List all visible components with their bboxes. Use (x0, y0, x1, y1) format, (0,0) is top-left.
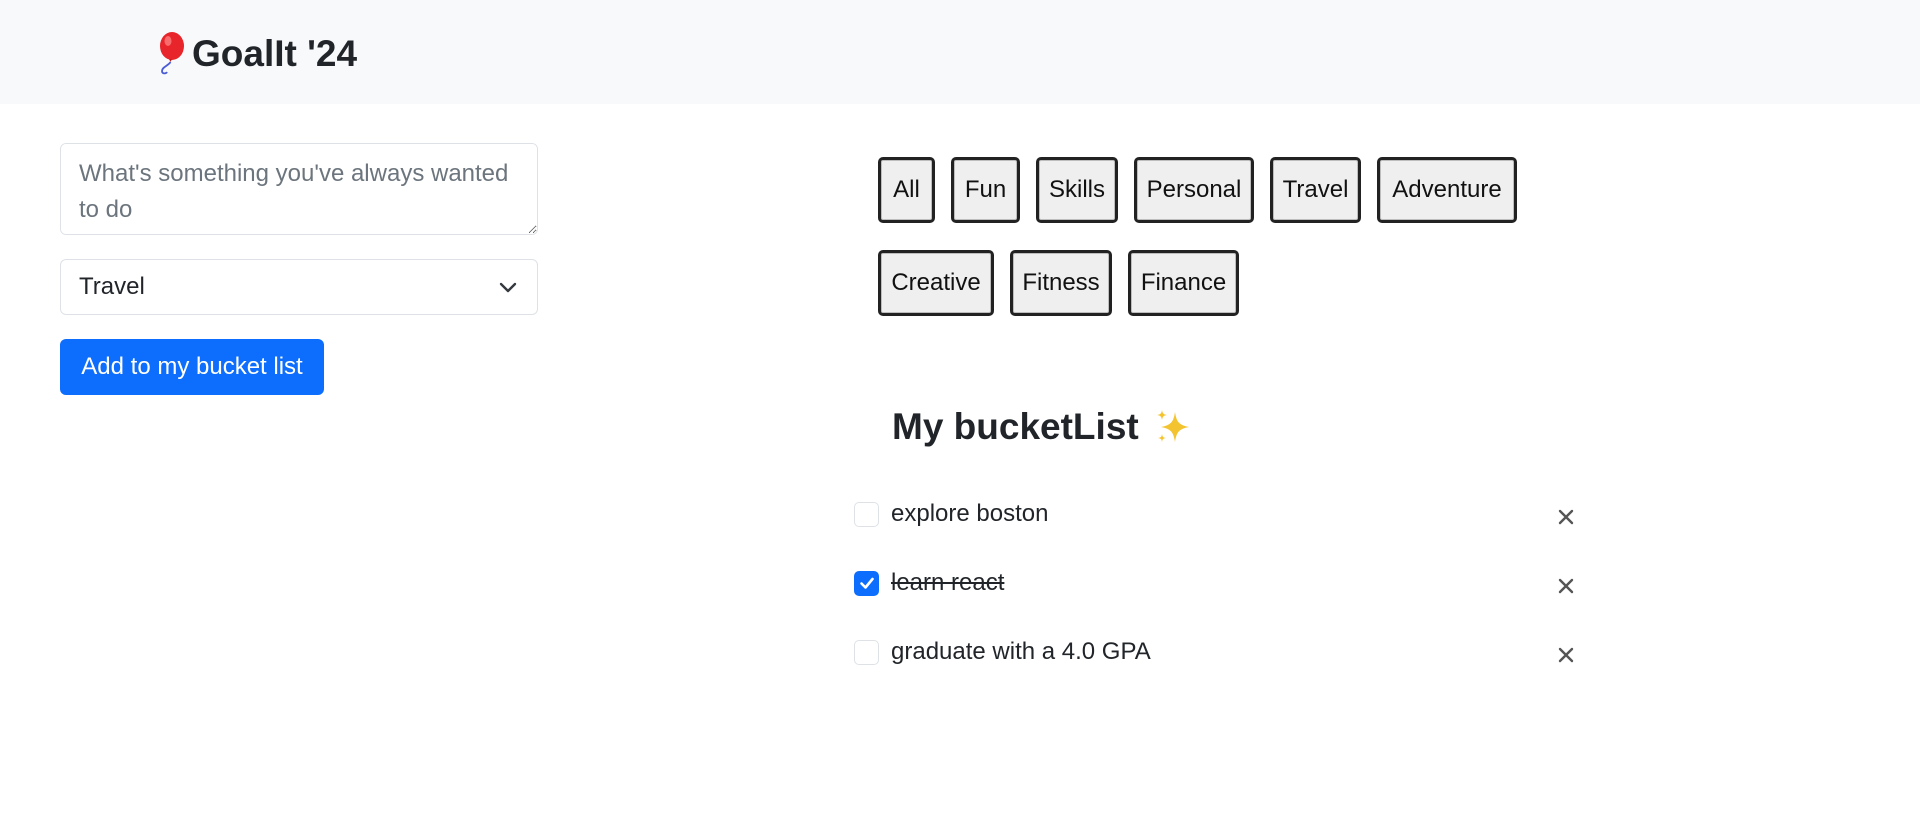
add-to-bucket-list-button[interactable]: Add to my bucket list (60, 339, 324, 395)
category-select-value: Travel (79, 273, 145, 300)
filter-skills-button[interactable]: Skills (1036, 157, 1118, 223)
filter-fun-button[interactable]: Fun (951, 157, 1020, 223)
list-item: learn react (854, 563, 1574, 603)
chevron-down-icon (497, 276, 519, 298)
sparkles-icon (1153, 406, 1195, 448)
app-title: GoalIt '24 (192, 33, 358, 74)
list-item: explore boston (854, 494, 1574, 534)
filter-personal-button[interactable]: Personal (1134, 157, 1254, 223)
close-icon[interactable] (1553, 573, 1579, 599)
filter-row: Creative Fitness Finance (878, 250, 1255, 316)
check-icon (859, 577, 874, 589)
filter-travel-button[interactable]: Travel (1270, 157, 1361, 223)
close-icon[interactable] (1553, 642, 1579, 668)
bucket-list-title-text: My bucketList (892, 406, 1139, 447)
filter-all-button[interactable]: All (878, 157, 935, 223)
navbar: GoalIt '24 (0, 0, 1920, 104)
item-checkbox[interactable] (854, 639, 879, 665)
list-item: graduate with a 4.0 GPA (854, 632, 1574, 672)
bucket-list-title: My bucketList (892, 400, 1195, 454)
item-text: graduate with a 4.0 GPA (891, 638, 1151, 665)
item-checkbox[interactable] (854, 501, 879, 527)
filter-finance-button[interactable]: Finance (1128, 250, 1239, 316)
filter-fitness-button[interactable]: Fitness (1010, 250, 1112, 316)
item-text: explore boston (891, 500, 1049, 527)
filter-adventure-button[interactable]: Adventure (1377, 157, 1517, 223)
item-checkbox[interactable] (854, 570, 879, 596)
filter-creative-button[interactable]: Creative (878, 250, 994, 316)
category-select[interactable]: Travel (60, 259, 538, 315)
goal-input[interactable] (60, 143, 538, 235)
brand[interactable]: GoalIt '24 (150, 30, 357, 78)
filter-row: All Fun Skills Personal Travel Adventure (878, 157, 1533, 223)
balloon-icon (150, 30, 190, 78)
item-text: learn react (891, 569, 1005, 596)
close-icon[interactable] (1553, 504, 1579, 530)
